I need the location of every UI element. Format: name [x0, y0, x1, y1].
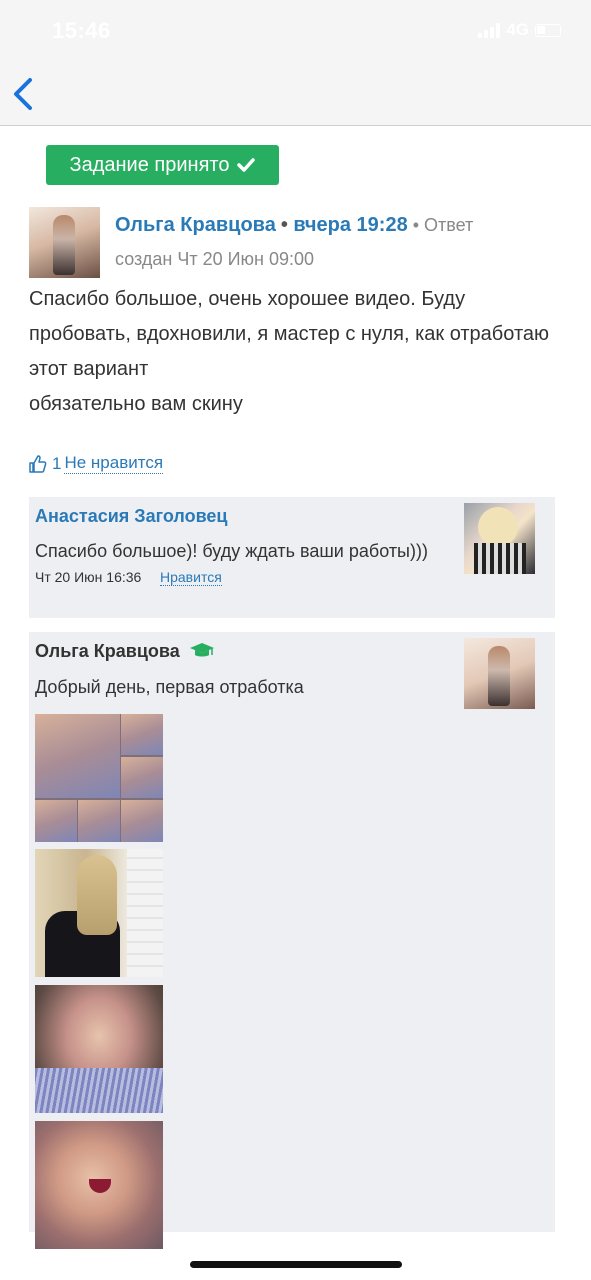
photo-wall [127, 849, 163, 977]
back-button[interactable] [8, 74, 44, 114]
photo-shirt [35, 1068, 163, 1113]
author-avatar[interactable] [29, 207, 100, 278]
comment-author-link[interactable]: Ольга Кравцова [115, 214, 276, 236]
reply-card: Ольга Кравцова Добрый день, первая отраб… [29, 632, 555, 1249]
reply-author-text: Ольга Кравцова [35, 641, 180, 661]
meta-separator: • [280, 214, 294, 236]
attached-photo-portrait[interactable] [35, 985, 163, 1113]
reply-like-link[interactable]: Нравится [160, 569, 222, 586]
signal-icon [478, 22, 501, 38]
collage-cell [121, 757, 163, 798]
attached-photo-collage[interactable] [35, 714, 163, 842]
reply-author-avatar[interactable] [464, 638, 535, 709]
battery-icon [535, 23, 561, 37]
collage-cell [121, 800, 163, 842]
status-bar: 15:46 4G [0, 0, 591, 66]
attached-photo-back-view[interactable] [35, 849, 163, 977]
like-row: 1 Не нравится [28, 453, 164, 474]
collage-cell [35, 714, 120, 798]
reply-author-avatar[interactable] [464, 503, 535, 574]
avatar-figure [488, 646, 510, 706]
comment-meta: Ольга Кравцова • вчера 19:28 • Ответ соз… [115, 208, 525, 276]
collage-cell [78, 800, 120, 842]
photo-detail [89, 1179, 111, 1193]
dislike-link[interactable]: Не нравится [64, 453, 164, 474]
like-count: 1 [52, 453, 62, 473]
status-time: 15:46 [52, 18, 111, 43]
reply-card: Анастасия Заголовец Спасибо большое)! бу… [29, 497, 555, 618]
attached-photo-portrait[interactable] [35, 1121, 163, 1249]
collage-cell [121, 714, 163, 755]
avatar-hair [478, 507, 518, 547]
comment-date-link[interactable]: вчера 19:28 [293, 214, 407, 236]
reply-text: Добрый день, первая отработка [35, 677, 304, 697]
checkmark-icon [237, 158, 256, 172]
chevron-left-icon [14, 78, 32, 110]
reply-author-link[interactable]: Анастасия Заголовец [35, 506, 228, 527]
badge-label: Задание принято [69, 153, 230, 176]
thumbs-up-icon[interactable] [28, 454, 48, 474]
avatar-figure [53, 215, 75, 275]
photo-hair [77, 855, 117, 935]
home-indicator[interactable] [190, 1261, 402, 1268]
nav-bar [0, 66, 591, 126]
reply-author-name[interactable]: Ольга Кравцова [35, 641, 215, 662]
graduation-cap-icon [189, 643, 214, 657]
task-accepted-badge: Задание принято [46, 145, 279, 185]
reply-date: Чт 20 Июн 16:36 [35, 569, 142, 585]
status-indicators: 4G [478, 20, 561, 40]
collage-cell [35, 800, 77, 842]
network-type: 4G [506, 20, 529, 39]
comment-text: Спасибо большое, очень хорошее видео. Бу… [29, 288, 549, 415]
reply-text: Спасибо большое)! буду ждать ваши работы… [35, 541, 428, 561]
avatar-shirt [474, 543, 526, 574]
